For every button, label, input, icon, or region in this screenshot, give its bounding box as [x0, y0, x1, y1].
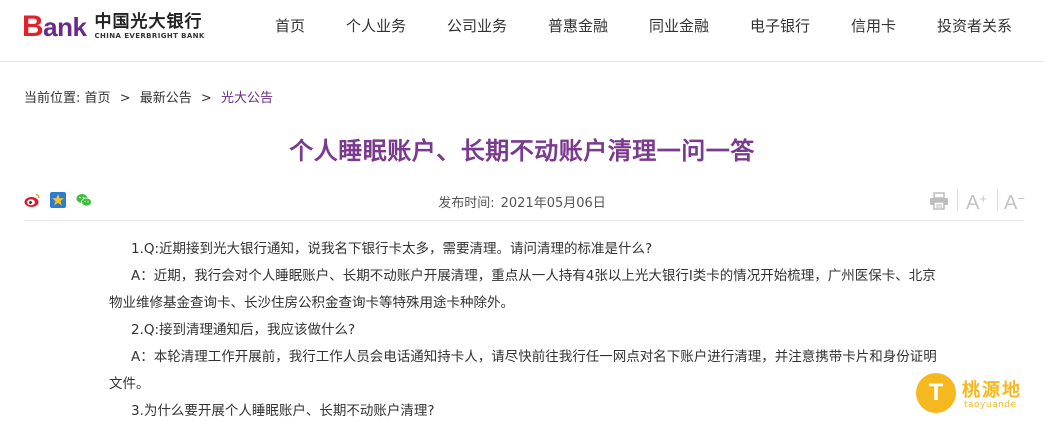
paragraph-a1: A：近期，我行会对个人睡眠账户、长期不动账户开展清理，重点从一人持有4张以上光大…	[109, 268, 936, 311]
font-increase-button[interactable]: A+	[966, 188, 987, 214]
publish-time-value: 2021年05月06日	[500, 196, 606, 211]
nav-item-corporate[interactable]: 公司业务	[447, 0, 507, 52]
paragraph-q2: 2.Q:接到清理通知后，我应该做什么?	[131, 322, 356, 338]
paragraph-q3: 3.为什么要开展个人睡眠账户、长期不动账户清理?	[131, 403, 435, 419]
breadcrumb-latest-notices[interactable]: 最新公告	[140, 91, 192, 106]
breadcrumb-prefix: 当前位置:	[24, 91, 81, 106]
nav-item-e-banking[interactable]: 电子银行	[750, 0, 810, 52]
watermark-domain: taoyuande	[964, 400, 1017, 410]
divider	[24, 220, 1024, 221]
breadcrumb-everbright-notices[interactable]: 光大公告	[221, 91, 273, 106]
site-header: Bank 中国光大银行 CHINA EVERBRIGHT BANK 首页 个人业…	[0, 0, 1044, 62]
paragraph-a2: A：本轮清理工作开展前，我行工作人员会电话通知持卡人，请尽快前往我行任一网点对名…	[109, 349, 937, 392]
nav-item-interbank[interactable]: 同业金融	[649, 0, 709, 52]
logo-name-en: CHINA EVERBRIGHT BANK	[94, 32, 205, 40]
article-body: 1.Q:近期接到光大银行通知，说我名下银行卡太多，需要清理。请问清理的标准是什么…	[109, 236, 949, 422]
bank-logo[interactable]: Bank 中国光大银行 CHINA EVERBRIGHT BANK	[22, 9, 232, 45]
watermark-glyph: T	[928, 379, 944, 406]
weibo-icon[interactable]	[24, 192, 40, 208]
nav-item-personal[interactable]: 个人业务	[346, 0, 406, 52]
nav-item-credit-card[interactable]: 信用卡	[851, 0, 896, 52]
nav-item-inclusive-finance[interactable]: 普惠金融	[548, 0, 608, 52]
tool-divider	[957, 189, 958, 211]
logo-bank-wordmark: Bank	[22, 10, 87, 43]
breadcrumb-separator: >	[200, 91, 212, 106]
nav-item-investor-relations[interactable]: 投资者关系	[937, 0, 1012, 52]
logo-text: 中国光大银行 CHINA EVERBRIGHT BANK	[94, 13, 204, 41]
nav-item-home[interactable]: 首页	[275, 0, 305, 52]
wechat-icon[interactable]	[76, 192, 92, 208]
breadcrumb-home[interactable]: 首页	[85, 91, 111, 106]
article-title: 个人睡眠账户、长期不动账户清理一问一答	[289, 137, 755, 165]
qzone-star-icon[interactable]	[50, 192, 66, 208]
printer-icon[interactable]	[929, 192, 949, 210]
logo-name-cn: 中国光大银行	[94, 12, 203, 32]
publish-time: 发布时间: 2021年05月06日	[0, 192, 1044, 211]
breadcrumb-separator: >	[119, 91, 131, 106]
breadcrumb: 当前位置: 首页 > 最新公告 > 光大公告	[24, 87, 273, 106]
font-decrease-button[interactable]: A−	[1004, 188, 1025, 214]
paragraph-q1: 1.Q:近期接到光大银行通知，说我名下银行卡太多，需要清理。请问清理的标准是什么…	[131, 241, 653, 257]
watermark: T 桃源地 taoyuande	[914, 368, 1034, 418]
tool-divider	[997, 189, 998, 211]
publish-time-label: 发布时间:	[438, 196, 495, 211]
watermark-name: 桃源地	[962, 380, 1022, 401]
